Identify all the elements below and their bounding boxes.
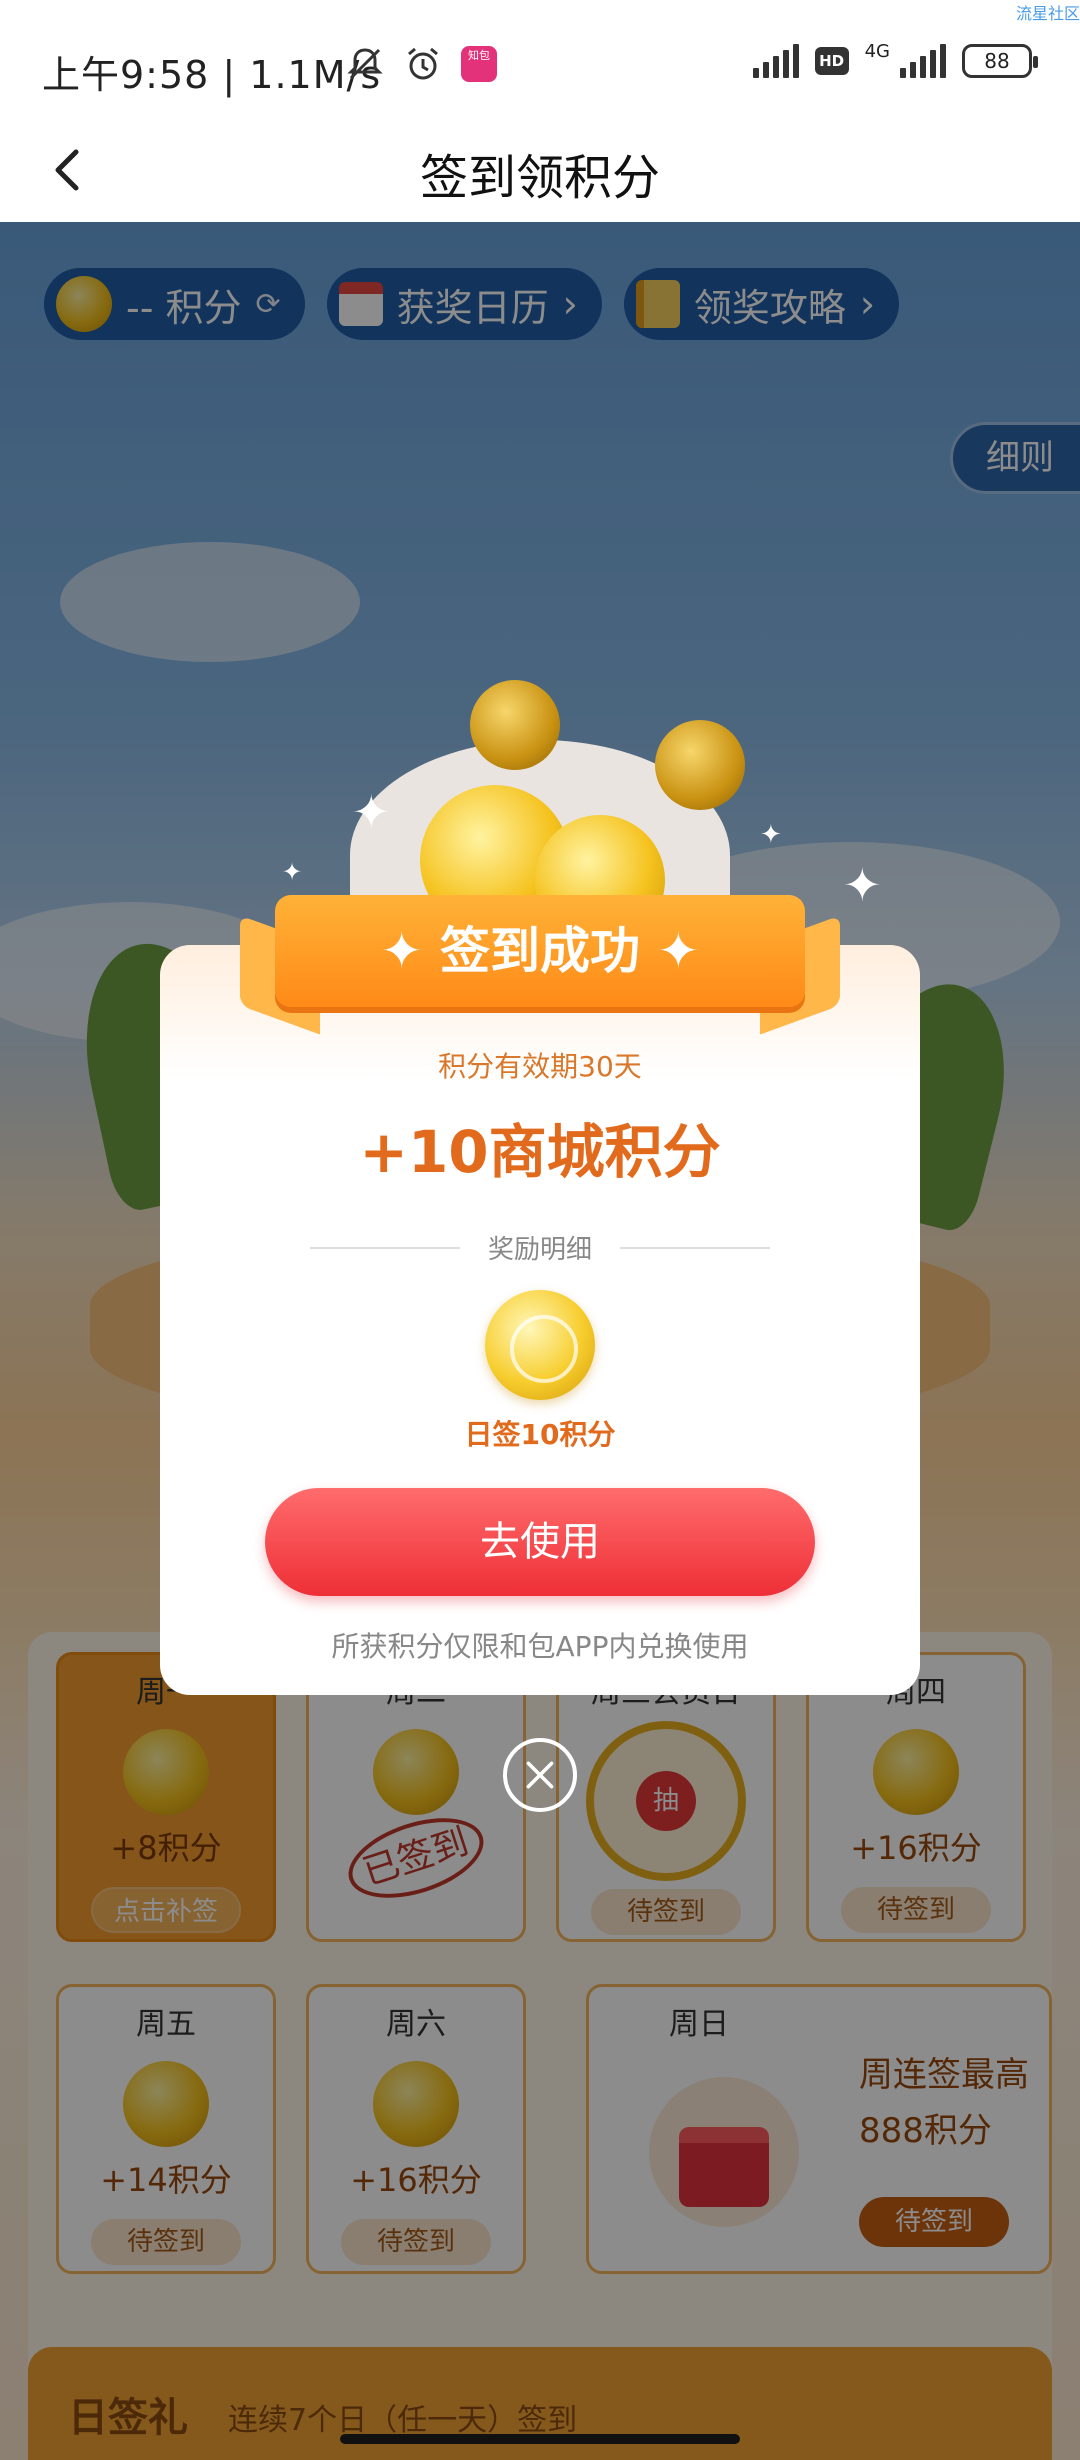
nav-bar: 签到领积分: [0, 130, 1080, 222]
status-time: 上午9:58 | 1.1M/s: [42, 53, 382, 97]
sparkle-icon: ✦: [352, 785, 391, 839]
checkin-success-modal: 积分有效期30天 +10商城积分 奖励明细 日签10积分 去使用 所获积分仅限和…: [160, 945, 920, 1695]
success-ribbon-banner: ✦ 签到成功 ✦: [275, 895, 805, 1007]
bell-muted-icon: [347, 48, 383, 80]
close-icon[interactable]: [503, 1738, 577, 1812]
battery-icon: 88: [962, 44, 1038, 78]
coin-icon: [485, 1290, 595, 1400]
ancient-coin-icon: [655, 720, 745, 810]
points-validity-text: 积分有效期30天: [438, 1050, 642, 1083]
reward-details-divider: 奖励明细: [310, 1227, 770, 1267]
home-indicator[interactable]: [340, 2434, 740, 2444]
network-type: 4G: [864, 40, 890, 62]
use-points-button[interactable]: 去使用: [265, 1488, 815, 1596]
sparkle-icon: ✦: [843, 858, 882, 912]
page-title: 签到领积分: [419, 150, 660, 206]
status-right-icons: HD 4G 88: [752, 40, 1038, 78]
status-bar: 流星社区 上午9:58 | 1.1M/s 知包 HD 4G 88: [0, 0, 1080, 130]
watermark: 流星社区: [1015, 4, 1080, 23]
alarm-clock-icon: [408, 47, 438, 80]
signal-icon-secondary: [900, 44, 946, 78]
usage-note: 所获积分仅限和包APP内兑换使用: [331, 1630, 749, 1663]
sparkle-icon: ✦: [760, 820, 782, 850]
app-notification-badge: 知包: [461, 46, 497, 82]
status-notification-icons: 知包: [345, 44, 497, 84]
ancient-coin-icon: [470, 680, 560, 770]
signal-icon: [752, 44, 799, 78]
reward-item-label: 日签10积分: [464, 1418, 616, 1451]
sparkle-icon: ✦: [282, 858, 303, 886]
points-earned-amount: +10商城积分: [359, 1118, 721, 1186]
hd-icon: HD: [814, 47, 849, 75]
